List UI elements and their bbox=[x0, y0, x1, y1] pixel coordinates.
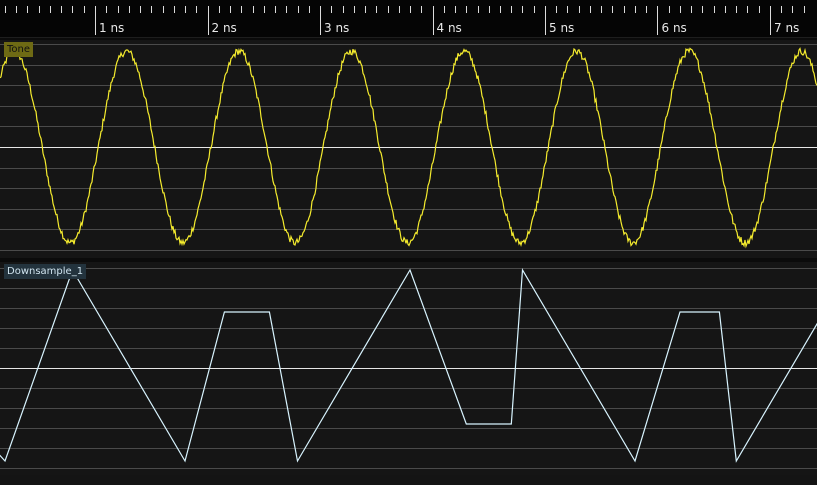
channel-downsample[interactable]: Downsample_1 bbox=[0, 262, 817, 475]
ruler-tick-label: 5 ns bbox=[549, 21, 575, 35]
ruler-tick-label: 3 ns bbox=[324, 21, 350, 35]
ruler-tick-label: 6 ns bbox=[661, 21, 687, 35]
tone-trace-plot bbox=[0, 40, 817, 258]
ruler-tick-label: 2 ns bbox=[211, 21, 237, 35]
ruler-tick-label: 1 ns bbox=[99, 21, 125, 35]
channel-label-tone[interactable]: Tone bbox=[4, 42, 34, 57]
bottom-strip bbox=[0, 475, 817, 485]
ruler-tick-label: 4 ns bbox=[436, 21, 462, 35]
ruler-tick-label: 7 ns bbox=[774, 21, 800, 35]
channel-tone[interactable]: Tone bbox=[0, 40, 817, 258]
channel-label-downsample[interactable]: Downsample_1 bbox=[4, 264, 87, 279]
channel-background bbox=[0, 40, 817, 258]
downsample-trace-plot bbox=[0, 262, 817, 475]
time-ruler[interactable]: 1 ns 2 ns 3 ns 4 ns 5 ns 6 ns 7 ns bbox=[0, 0, 817, 38]
